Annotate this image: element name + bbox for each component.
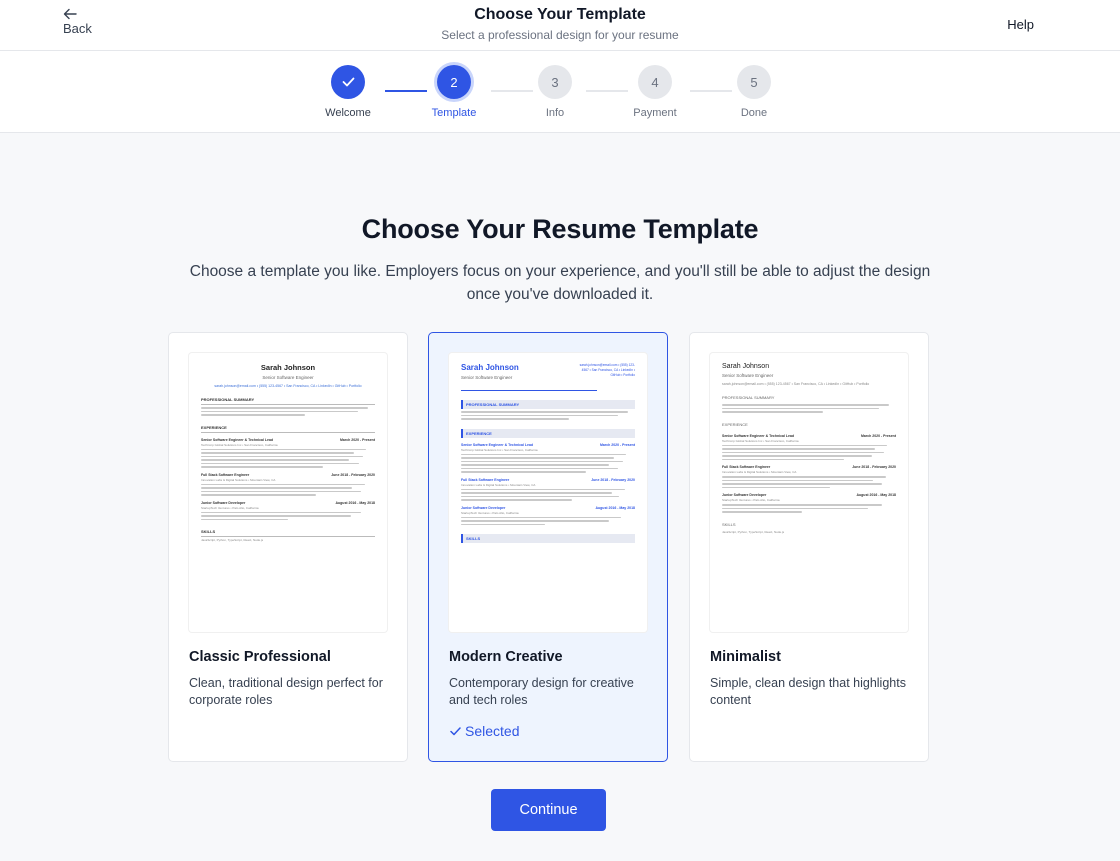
step-label: Template bbox=[431, 107, 477, 119]
preview-section: EXPERIENCE bbox=[461, 428, 635, 438]
preview-date: August 2016 - May 2018 bbox=[595, 505, 636, 510]
preview-role: Senior Software Engineer bbox=[722, 373, 774, 378]
preview-contact: sarah.johnson@email.com • (555) 123-4567… bbox=[214, 384, 362, 388]
preview-job: Senior Software Engineer & Technical Lea… bbox=[461, 442, 534, 447]
main-heading: Choose Your Resume Template bbox=[361, 214, 759, 244]
preview-date: March 2020 - Present bbox=[860, 433, 896, 438]
main-subheading: Choose a template you like. Employers fo… bbox=[189, 263, 931, 303]
preview-company: Innovation Labs & Digital Solutions • Mo… bbox=[461, 482, 536, 487]
selected-label: Selected bbox=[465, 723, 520, 739]
help-link[interactable]: Help bbox=[1007, 17, 1034, 32]
template-name: Minimalist bbox=[710, 649, 781, 665]
preview-job: Senior Software Engineer & Technical Lea… bbox=[722, 433, 795, 438]
template-name: Classic Professional bbox=[189, 649, 331, 665]
preview-company: StartupTech Ventures • Palo Alto, Califo… bbox=[461, 510, 519, 515]
preview-job: Junior Software Developer bbox=[461, 505, 506, 510]
preview-company: Innovation Labs & Digital Solutions • Mo… bbox=[201, 477, 276, 482]
preview-job: Full Stack Software Engineer bbox=[461, 477, 510, 482]
preview-company: TechCorp Global Solutions Inc • San Fran… bbox=[461, 447, 538, 452]
template-preview: Sarah Johnson Senior Software Engineer s… bbox=[710, 353, 908, 632]
preview-company: TechCorp Global Solutions Inc • San Fran… bbox=[201, 442, 278, 447]
preview-company: Innovation Labs & Digital Solutions • Mo… bbox=[722, 470, 797, 474]
step-circle: 4 bbox=[638, 65, 672, 99]
step-circle: 5 bbox=[737, 65, 771, 99]
checkmark-icon bbox=[450, 726, 461, 735]
preview-section: SKILLS bbox=[722, 521, 736, 527]
step-info: 3 Info bbox=[515, 65, 595, 119]
page-title: Choose Your Template bbox=[474, 6, 646, 23]
preview-name: Sarah Johnson bbox=[260, 363, 316, 372]
preview-date: June 2018 - February 2020 bbox=[852, 465, 896, 469]
preview-date: June 2018 - February 2020 bbox=[331, 472, 375, 477]
preview-date: August 2016 - May 2018 bbox=[856, 493, 897, 497]
preview-job: Senior Software Engineer & Technical Lea… bbox=[201, 437, 274, 442]
preview-company: StartupTech Ventures • Palo Alto, Califo… bbox=[722, 498, 780, 502]
preview-section: EXPERIENCE bbox=[201, 425, 375, 433]
template-card-minimalist[interactable]: Sarah Johnson Senior Software Engineer s… bbox=[689, 332, 929, 762]
preview-date: March 2020 - Present bbox=[599, 442, 635, 447]
preview-name: Sarah Johnson bbox=[722, 363, 770, 370]
preview-section: PROFESSIONAL SUMMARY bbox=[461, 400, 635, 410]
template-description: Contemporary design for creative and tec… bbox=[449, 676, 634, 707]
preview-section: PROFESSIONAL SUMMARY bbox=[201, 397, 375, 405]
preview-section: SKILLS bbox=[201, 529, 375, 537]
template-preview: sarah.johnson@email.com • (555) 123-4567… bbox=[449, 353, 647, 632]
preview-role: Senior Software Engineer bbox=[262, 375, 314, 380]
template-name: Modern Creative bbox=[449, 649, 563, 665]
progress-stepper: Welcome 2 Template 3 Info 4 Payment 5 Do… bbox=[0, 51, 1120, 133]
continue-button[interactable]: Continue bbox=[491, 789, 606, 831]
step-template[interactable]: 2 Template bbox=[414, 65, 494, 119]
template-description: Clean, traditional design perfect for co… bbox=[189, 676, 383, 707]
step-circle: 3 bbox=[538, 65, 572, 99]
step-circle: 2 bbox=[437, 65, 471, 99]
preview-section: SKILLS bbox=[461, 534, 635, 544]
preview-section: PROFESSIONAL SUMMARY bbox=[722, 395, 775, 400]
selected-indicator: Selected bbox=[450, 723, 519, 739]
template-card-modern[interactable]: sarah.johnson@email.com • (555) 123-4567… bbox=[428, 332, 668, 762]
step-label: Payment bbox=[633, 107, 677, 119]
step-circle bbox=[331, 65, 365, 99]
step-payment: 4 Payment bbox=[615, 65, 695, 119]
preview-skills: JavaScript, Python, TypeScript, React, N… bbox=[722, 529, 785, 534]
preview-date: August 2016 - May 2018 bbox=[335, 500, 376, 505]
preview-section: EXPERIENCE bbox=[722, 421, 748, 427]
step-label: Info bbox=[545, 107, 565, 119]
preview-contact: sarah.johnson@email.com • (555) 123-4567… bbox=[722, 382, 870, 386]
page-subtitle: Select a professional design for your re… bbox=[441, 28, 679, 42]
step-label: Welcome bbox=[325, 107, 371, 119]
template-description: Simple, clean design that highlights con… bbox=[710, 676, 906, 707]
preview-date: June 2018 - February 2020 bbox=[591, 477, 635, 482]
header-titles: Choose Your Template Select a profession… bbox=[0, 6, 1120, 42]
checkmark-icon bbox=[342, 77, 354, 87]
preview-contact: sarah.johnson@email.com • (555) 123-4567… bbox=[579, 363, 635, 377]
step-done: 5 Done bbox=[714, 65, 794, 119]
step-welcome[interactable]: Welcome bbox=[308, 65, 388, 119]
preview-company: StartupTech Ventures • Palo Alto, Califo… bbox=[201, 505, 259, 510]
preview-skills: JavaScript, Python, TypeScript, React, N… bbox=[201, 538, 264, 542]
preview-job: Full Stack Software Engineer bbox=[201, 472, 250, 477]
template-card-classic[interactable]: Sarah Johnson Senior Software Engineer s… bbox=[168, 332, 408, 762]
preview-date: March 2020 - Present bbox=[339, 437, 375, 442]
preview-job: Full Stack Software Engineer bbox=[722, 465, 771, 469]
preview-job: Junior Software Developer bbox=[201, 500, 246, 505]
top-bar: Back Choose Your Template Select a profe… bbox=[0, 0, 1120, 51]
template-preview: Sarah Johnson Senior Software Engineer s… bbox=[189, 353, 387, 632]
step-label: Done bbox=[740, 107, 768, 119]
preview-job: Junior Software Developer bbox=[722, 493, 767, 497]
preview-company: TechCorp Global Solutions Inc • San Fran… bbox=[722, 438, 799, 443]
